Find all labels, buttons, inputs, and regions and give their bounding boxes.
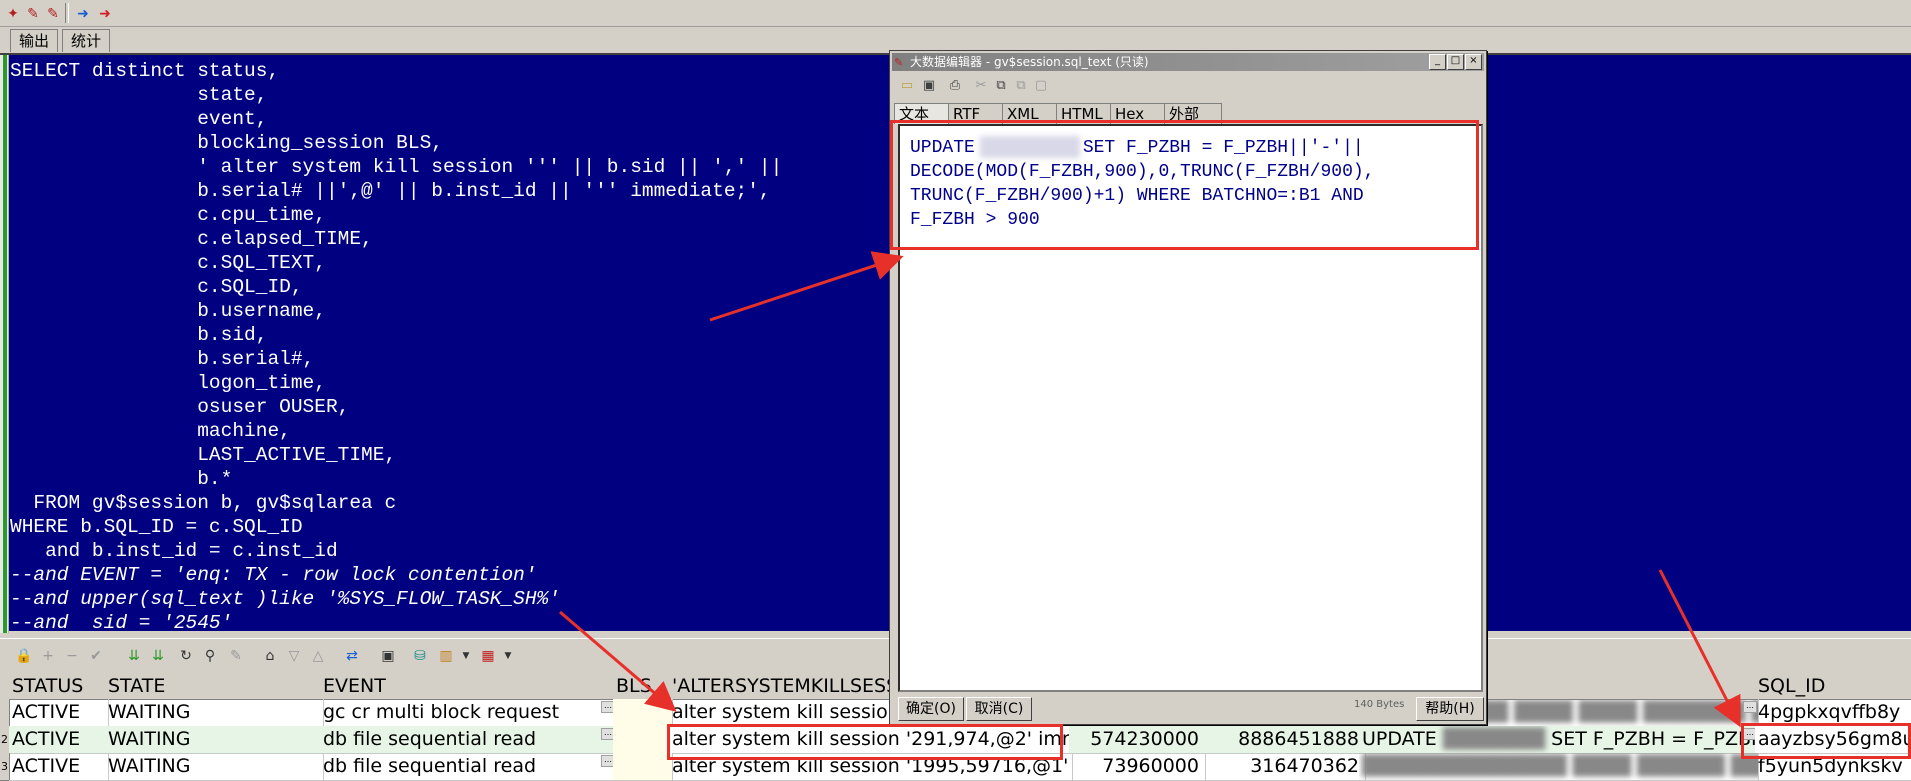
col-header-status[interactable]: STATUS: [9, 673, 109, 700]
main-toolbar: ✦ ✎ ✎ ➜ ➜: [0, 0, 1911, 27]
chart-icon[interactable]: ▥: [436, 646, 456, 666]
database-icon[interactable]: ⛁: [410, 646, 430, 666]
copy-icon[interactable]: ⧉: [992, 77, 1010, 95]
refresh-icon[interactable]: ↻: [176, 646, 196, 666]
annotation-box-sql-id: [1741, 723, 1911, 759]
help-button[interactable]: 帮助(H): [1416, 697, 1484, 721]
save-icon[interactable]: ▣: [378, 646, 398, 666]
query-by-example-icon[interactable]: ⌂: [260, 646, 280, 666]
cut-icon[interactable]: ✂: [972, 77, 990, 95]
app-icon: ✎: [894, 56, 904, 69]
arrow-right-red-icon[interactable]: ➜: [94, 3, 116, 25]
dialog-toolbar: ▭ ▣ ⎙ ✂ ⧉ ⧉ ▢: [894, 75, 1484, 97]
cell-status[interactable]: ACTIVE: [9, 753, 109, 781]
chevron-down-icon[interactable]: ▼: [498, 646, 518, 666]
cell-elapsed[interactable]: 8886451888: [1199, 726, 1366, 754]
lock-icon[interactable]: 🔒: [14, 646, 34, 666]
cell-event[interactable]: db file sequential read…: [320, 753, 617, 781]
cell-sqltext-tail: SET F_PZBH = F_PZBH: [1551, 728, 1759, 750]
cell-state[interactable]: WAITING: [105, 753, 324, 781]
binoculars-icon[interactable]: ⚲: [200, 646, 220, 666]
annotation-box-kill-session: [667, 724, 1063, 760]
cell-elapsed[interactable]: 316470362: [1199, 753, 1366, 781]
cell-sqltext-head: UPDATE: [1362, 728, 1437, 750]
ok-button[interactable]: 确定(O): [898, 697, 964, 721]
toolbar-separator: [65, 3, 69, 23]
delete-record-icon[interactable]: −: [62, 646, 82, 666]
byte-count: 140 Bytes: [1354, 699, 1405, 710]
col-header-bls[interactable]: BLS: [613, 673, 673, 700]
tool-red-icon[interactable]: ✎: [22, 3, 44, 25]
cell-event[interactable]: gc cr multi block request…: [320, 699, 617, 727]
add-record-icon[interactable]: +: [38, 646, 58, 666]
dialog-title: 大数据编辑器 - gv$session.sql_text (只读): [910, 55, 1149, 69]
col-header-state[interactable]: STATE: [105, 673, 324, 700]
find-red-icon[interactable]: ✦: [2, 3, 24, 25]
close-icon[interactable]: ×: [1465, 54, 1482, 70]
col-header-sqlid[interactable]: SQL_ID: [1755, 673, 1911, 700]
save-icon[interactable]: ▣: [920, 77, 938, 95]
cell-event-text: db file sequential read: [323, 728, 537, 750]
minimize-icon[interactable]: _: [1429, 54, 1446, 70]
arrow-right-blue-icon[interactable]: ➜: [72, 3, 94, 25]
cell-bls[interactable]: [613, 753, 673, 781]
cancel-button[interactable]: 取消(C): [966, 697, 1032, 721]
fetch-all-icon[interactable]: ⇊: [148, 646, 168, 666]
result-tabs: 输出 统计: [0, 27, 1911, 52]
editor-gutter: [0, 55, 9, 633]
next-record-icon[interactable]: ▽: [284, 646, 304, 666]
maximize-icon[interactable]: □: [1447, 54, 1464, 70]
clear-icon[interactable]: ✎: [226, 646, 246, 666]
post-check-icon[interactable]: ✔: [86, 646, 106, 666]
blurred-text: ███████: [1436, 728, 1552, 750]
cell-event-text: db file sequential read: [323, 755, 537, 777]
open-icon[interactable]: ▭: [898, 77, 916, 95]
paste-icon[interactable]: ⧉: [1012, 77, 1030, 95]
col-header-event[interactable]: EVENT: [320, 673, 617, 700]
cell-bls[interactable]: [613, 699, 673, 727]
prev-record-icon[interactable]: △: [308, 646, 328, 666]
dialog-titlebar[interactable]: ✎ 大数据编辑器 - gv$session.sql_text (只读) _ □ …: [892, 53, 1484, 71]
grid-icon[interactable]: ▦: [478, 646, 498, 666]
cell-status[interactable]: ACTIVE: [9, 726, 109, 754]
cell-bls[interactable]: [613, 726, 673, 754]
cell-cpu[interactable]: 574230000: [1069, 726, 1206, 754]
tab-output[interactable]: 输出: [10, 29, 59, 52]
tool-red-icon-2[interactable]: ✎: [42, 3, 64, 25]
annotation-box-sql-text: [890, 120, 1479, 250]
cell-cpu[interactable]: 73960000: [1069, 753, 1206, 781]
cell-event-text: gc cr multi block request: [323, 701, 560, 723]
connect-icon[interactable]: ⇄: [342, 646, 362, 666]
blurred-text: ██████████████ ████ ██████ ███: [1362, 755, 1759, 777]
chevron-down-icon[interactable]: ▼: [456, 646, 476, 666]
tab-statistics[interactable]: 统计: [62, 29, 111, 52]
cell-sqltext[interactable]: UPDATE ███████ SET F_PZBH = F_PZBH…: [1359, 726, 1759, 754]
dialog-buttons: 确定(O) 取消(C) 140 Bytes 帮助(H): [894, 696, 1484, 722]
clear-icon[interactable]: ▢: [1032, 77, 1050, 95]
cell-event[interactable]: db file sequential read…: [320, 726, 617, 754]
fetch-next-icon[interactable]: ⇊: [124, 646, 144, 666]
print-icon[interactable]: ⎙: [946, 77, 964, 95]
cell-state[interactable]: WAITING: [105, 726, 324, 754]
cell-sqltext[interactable]: ██████████████ ████ ██████ ███: [1359, 753, 1759, 781]
cell-status[interactable]: ACTIVE: [9, 699, 109, 727]
cell-state[interactable]: WAITING: [105, 699, 324, 727]
